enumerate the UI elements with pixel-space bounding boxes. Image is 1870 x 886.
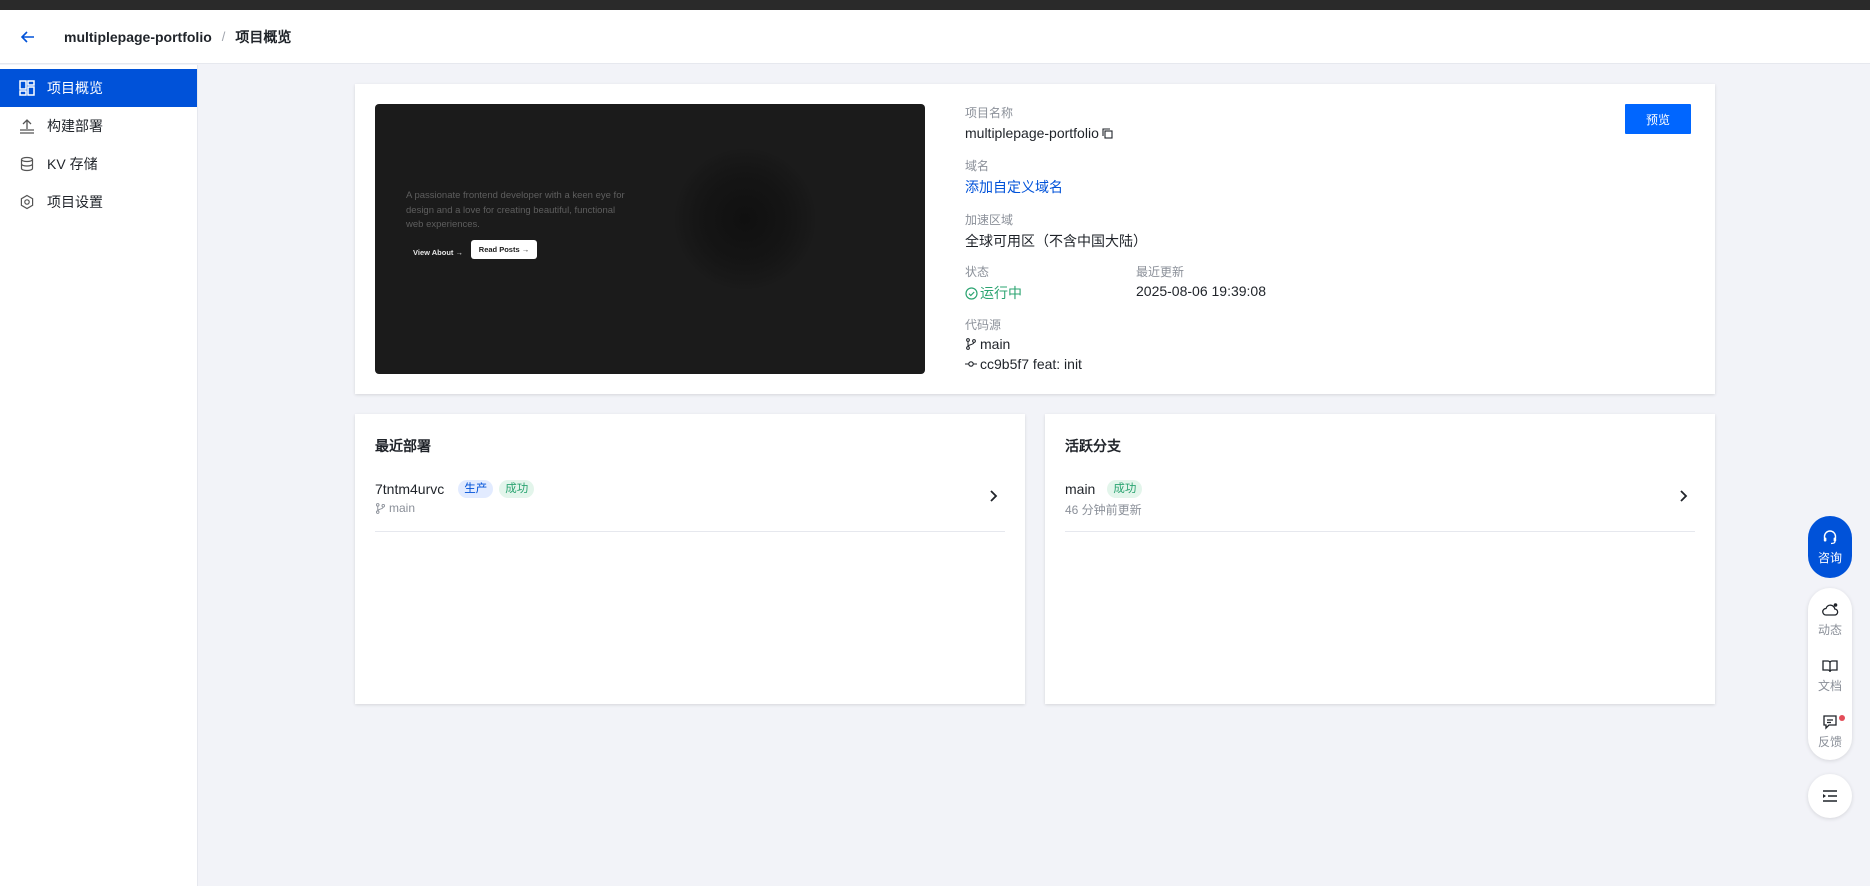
region-label: 加速区域	[965, 213, 1014, 227]
deployment-branch: main	[375, 501, 415, 515]
book-icon	[1822, 660, 1838, 673]
domain-label: 域名	[965, 159, 990, 173]
status-value: 运行中	[965, 283, 1022, 303]
docs-label: 文档	[1817, 679, 1842, 693]
project-overview-card: A passionate frontend developer with a k…	[355, 84, 1715, 394]
sidebar-item-label: 项目概览	[47, 80, 103, 96]
site-preview-thumbnail[interactable]: A passionate frontend developer with a k…	[375, 104, 925, 374]
chevron-right-icon	[1680, 490, 1688, 502]
sidebar-item-label: 构建部署	[47, 118, 103, 134]
sidebar-item-label: KV 存储	[47, 156, 98, 172]
project-name-text: multiplepage-portfolio	[965, 125, 1099, 141]
preview-tagline: A passionate frontend developer with a k…	[406, 190, 625, 230]
branch-row[interactable]: main 成功 46 分钟前更新	[1065, 474, 1695, 532]
breadcrumb-separator: /	[221, 29, 226, 44]
chevron-right-icon	[990, 490, 998, 502]
cloud-icon	[1822, 603, 1839, 616]
consult-button[interactable]: 咨询	[1808, 516, 1852, 578]
git-branch-icon	[376, 502, 385, 514]
arrow-left-icon	[21, 30, 34, 43]
check-circle-icon	[965, 286, 978, 300]
window-top-strip	[0, 0, 1870, 10]
deployment-id: 7tntm4urvc	[375, 481, 445, 497]
branch-name: main	[1065, 481, 1096, 497]
git-commit-icon	[965, 361, 977, 367]
feedback-label: 反馈	[1817, 735, 1842, 749]
feedback-button[interactable]: 反馈	[1808, 706, 1852, 758]
news-label: 动态	[1817, 623, 1842, 637]
source-commit-text: cc9b5f7 feat: init	[980, 356, 1082, 372]
copy-icon[interactable]	[1102, 127, 1113, 139]
upload-icon	[18, 117, 36, 135]
project-name-label: 项目名称	[965, 106, 1014, 120]
docs-button[interactable]: 文档	[1808, 650, 1852, 702]
dashboard-icon	[18, 79, 36, 97]
headset-icon	[1823, 529, 1837, 544]
active-branches-card: 活跃分支 main 成功 46 分钟前更新	[1045, 414, 1715, 704]
breadcrumb-project[interactable]: multiplepage-portfolio	[64, 29, 212, 45]
preview-decoration	[675, 149, 815, 289]
region-value: 全球可用区（不含中国大陆）	[965, 233, 1147, 249]
preview-button[interactable]: 预览	[1625, 104, 1691, 134]
source-branch: main	[965, 336, 1010, 352]
consult-label: 咨询	[1817, 550, 1842, 565]
active-branches-title: 活跃分支	[1065, 438, 1121, 454]
database-icon	[18, 155, 36, 173]
branch-updated: 46 分钟前更新	[1065, 503, 1142, 517]
recent-deployments-card: 最近部署 7tntm4urvc 生产 成功 main	[355, 414, 1025, 704]
last-updated-value: 2025-08-06 19:39:08	[1136, 283, 1266, 299]
sidebar-item-kv-storage[interactable]: KV 存储	[0, 145, 197, 183]
deployment-row[interactable]: 7tntm4urvc 生产 成功 main	[375, 474, 1005, 532]
notification-dot	[1839, 715, 1845, 721]
status-label: 状态	[965, 265, 990, 279]
status-badge: 成功	[499, 480, 535, 498]
sidebar-item-settings[interactable]: 项目设置	[0, 183, 197, 221]
branch-row-main: main 成功	[1065, 480, 1143, 498]
help-widget-group: 动态 文档 反馈	[1808, 588, 1852, 760]
status-text: 运行中	[980, 285, 1022, 301]
menu-toggle-button[interactable]	[1808, 774, 1852, 818]
git-branch-icon	[966, 338, 976, 350]
recent-deployments-title: 最近部署	[375, 438, 431, 454]
back-button[interactable]	[16, 25, 40, 49]
settings-icon	[18, 193, 36, 211]
deployment-row-main: 7tntm4urvc 生产 成功	[375, 480, 535, 498]
preview-view-about-button: View About →	[413, 248, 464, 257]
preview-read-posts-button: Read Posts →	[471, 240, 537, 259]
menu-indent-icon	[1823, 790, 1837, 802]
top-header: multiplepage-portfolio / 项目概览	[0, 10, 1870, 64]
sidebar-item-overview[interactable]: 项目概览	[0, 69, 197, 107]
project-name-value: multiplepage-portfolio	[965, 125, 1113, 141]
environment-badge: 生产	[458, 480, 494, 498]
add-custom-domain-link[interactable]: 添加自定义域名	[965, 177, 1063, 197]
sidebar-item-build-deploy[interactable]: 构建部署	[0, 107, 197, 145]
news-button[interactable]: 动态	[1808, 594, 1852, 646]
source-branch-name: main	[980, 336, 1011, 352]
last-updated-label: 最近更新	[1136, 265, 1185, 279]
source-label: 代码源	[965, 318, 1002, 332]
status-badge: 成功	[1107, 480, 1143, 498]
deployment-branch-name: main	[389, 501, 416, 515]
source-commit: cc9b5f7 feat: init	[965, 356, 1082, 372]
feedback-icon	[1823, 715, 1837, 730]
sidebar: 项目概览 构建部署 KV 存储 项目设置	[0, 65, 198, 886]
breadcrumb-current-page: 项目概览	[235, 28, 292, 45]
sidebar-item-label: 项目设置	[47, 194, 103, 210]
